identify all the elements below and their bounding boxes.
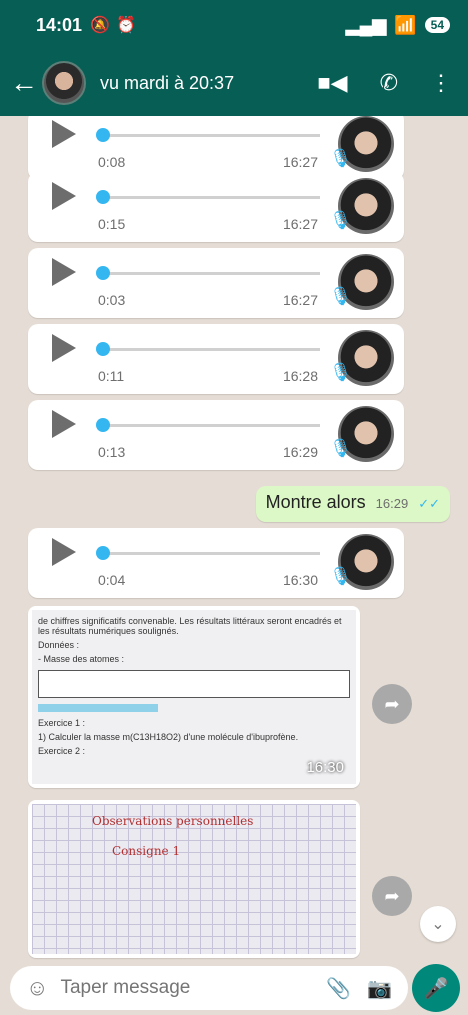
voice-duration: 0:11 [98, 368, 125, 384]
microphone-icon: 🎙 [329, 566, 352, 586]
voice-message[interactable]: 0:04 16:30 🎙 [28, 528, 404, 598]
voice-duration: 0:15 [98, 216, 126, 232]
microphone-icon: 🎙 [329, 362, 352, 382]
audio-progress-track[interactable] [100, 196, 320, 199]
audio-progress-handle[interactable] [96, 418, 110, 432]
voice-message[interactable]: 0:13 16:29 🎙 [28, 400, 404, 470]
status-bar: 14:01 🔕 ⏰ ▂▄▆ 📶 54 [0, 0, 468, 50]
voice-message[interactable]: 0:15 16:27 🎙 [28, 172, 404, 242]
chat-header: ← vu mardi à 20:37 ■◀ ✆ ⋮ [0, 50, 468, 116]
notebook-photo[interactable]: Observations personnelles Consigne 1 [32, 804, 356, 954]
voice-duration: 0:08 [98, 154, 126, 170]
message-time: 16:27 [282, 292, 318, 308]
outgoing-message[interactable]: Montre alors 16:29 ✓✓ [255, 486, 450, 522]
voice-message[interactable]: 0:08 16:27 🎙 [28, 116, 404, 180]
voice-duration: 0:04 [98, 572, 126, 588]
compose-bar: ☺ 📎 📷 🎤 [0, 962, 468, 1015]
message-time: 16:30 [306, 759, 344, 776]
forward-icon[interactable]: ➦ [372, 684, 412, 724]
battery-indicator: 54 [424, 17, 450, 33]
voice-message[interactable]: 0:11 16:28 🎙 [28, 324, 404, 394]
audio-progress-handle[interactable] [96, 546, 110, 560]
back-arrow-icon[interactable]: ← [10, 67, 38, 99]
doc-highlight [38, 704, 350, 714]
doc-line: Exercice 2 : [38, 746, 86, 756]
wifi-icon: 📶 [394, 14, 417, 35]
message-time: 16:28 [282, 368, 318, 384]
read-receipt-icon: ✓✓ [418, 496, 440, 511]
play-icon[interactable] [52, 334, 76, 362]
double-chevron-down-icon: ⌄ [431, 916, 445, 933]
message-time: 16:27 [282, 154, 318, 170]
status-time: 14:01 [36, 14, 83, 35]
voice-duration: 0:13 [98, 444, 126, 460]
audio-progress-handle[interactable] [96, 342, 110, 356]
microphone-icon: 🎤 [423, 977, 449, 1000]
message-input-container[interactable]: ☺ 📎 📷 [10, 966, 408, 1010]
audio-progress-track[interactable] [100, 272, 320, 275]
microphone-icon: 🎙 [329, 210, 352, 230]
audio-progress-track[interactable] [100, 552, 320, 555]
doc-table [38, 670, 350, 698]
audio-progress-handle[interactable] [96, 128, 110, 142]
message-time: 16:29 [375, 496, 409, 511]
doc-line: Exercice 1 : [38, 718, 86, 728]
mute-notifications-icon: 🔕 [90, 17, 110, 34]
microphone-icon: 🎙 [329, 286, 352, 306]
notebook-text: Consigne 1 [112, 844, 181, 858]
emoji-icon[interactable]: ☺ [26, 975, 48, 1001]
message-input[interactable] [60, 977, 311, 999]
voice-message[interactable]: 0:03 16:27 🎙 [28, 248, 404, 318]
doc-line: Données : [38, 640, 80, 650]
message-list[interactable]: 0:08 16:27 🎙 0:15 16:27 🎙 0:03 16:27 🎙 0… [0, 116, 468, 966]
camera-icon[interactable]: 📷 [367, 976, 392, 1001]
doc-line: 1) Calculer la masse m(C13H18O2) d'une m… [38, 732, 299, 742]
doc-line: - Masse des atomes : [38, 654, 125, 664]
contact-avatar[interactable] [42, 61, 86, 105]
audio-progress-track[interactable] [100, 424, 320, 427]
message-time: 16:29 [282, 444, 318, 460]
play-icon[interactable] [52, 120, 76, 148]
message-text: Montre alors [265, 492, 366, 512]
microphone-icon: 🎙 [329, 438, 352, 458]
last-seen-status[interactable]: vu mardi à 20:37 [100, 73, 234, 94]
notebook-text: Observations personnelles [92, 814, 254, 828]
play-icon[interactable] [52, 182, 76, 210]
signal-icon: ▂▄▆ [345, 14, 387, 35]
audio-progress-handle[interactable] [96, 190, 110, 204]
voice-duration: 0:03 [98, 292, 126, 308]
play-icon[interactable] [52, 538, 76, 566]
image-message[interactable]: de chiffres significatifs convenable. Le… [28, 606, 360, 788]
image-message[interactable]: Observations personnelles Consigne 1 [28, 800, 360, 958]
audio-progress-track[interactable] [100, 348, 320, 351]
document-photo[interactable]: de chiffres significatifs convenable. Le… [32, 610, 356, 784]
attach-icon[interactable]: 📎 [326, 976, 351, 1001]
message-time: 16:30 [282, 572, 318, 588]
message-time: 16:27 [282, 216, 318, 232]
doc-line: de chiffres significatifs convenable. Le… [38, 616, 342, 636]
audio-progress-handle[interactable] [96, 266, 110, 280]
phone-call-icon[interactable]: ✆ [380, 70, 398, 96]
play-icon[interactable] [52, 258, 76, 286]
play-icon[interactable] [52, 410, 76, 438]
more-options-icon[interactable]: ⋮ [430, 70, 452, 96]
voice-record-button[interactable]: 🎤 [412, 964, 460, 1012]
scroll-to-bottom-button[interactable]: ⌄ [420, 906, 456, 942]
video-call-icon[interactable]: ■◀ [317, 70, 347, 96]
microphone-icon: 🎙 [329, 148, 352, 168]
alarm-icon: ⏰ [115, 17, 136, 34]
audio-progress-track[interactable] [100, 134, 320, 137]
forward-icon[interactable]: ➦ [372, 876, 412, 916]
